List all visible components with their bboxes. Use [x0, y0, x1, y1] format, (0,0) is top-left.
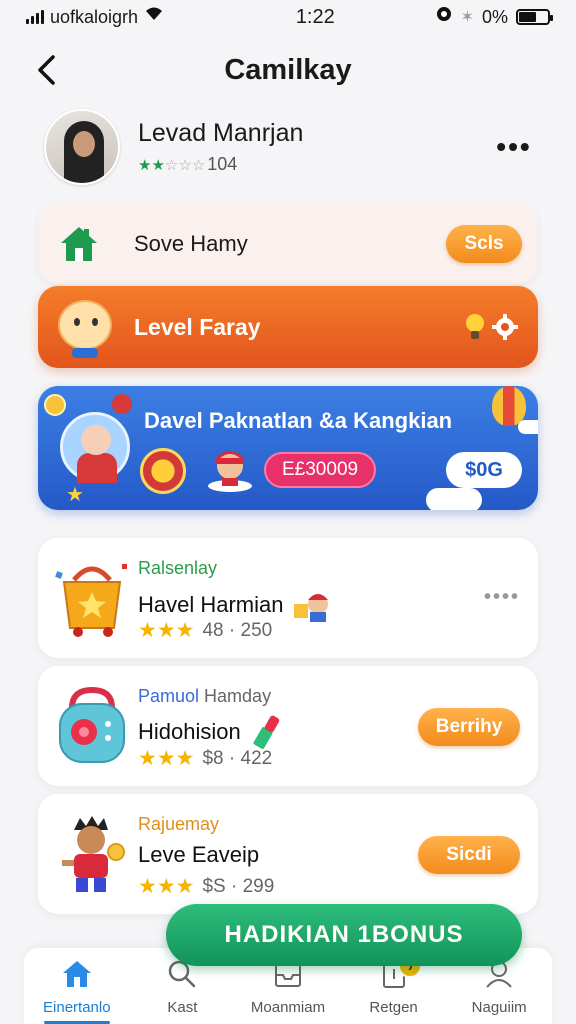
list-item-rating: ★★★ 48 · 250	[138, 618, 272, 643]
list-item-title-text: Hidohision	[138, 719, 241, 744]
more-horizontal-icon[interactable]: •••	[494, 131, 534, 163]
list-item-action-button[interactable]: Sicdi	[418, 836, 520, 874]
list-item[interactable]: Pamuol Hamday Hidohision ★★★ $8 · 422 Be…	[38, 666, 538, 786]
back-button[interactable]	[28, 52, 64, 88]
tab-label: Moanmiam	[250, 999, 326, 1016]
character-icon	[52, 812, 132, 896]
character-sticker-icon	[293, 594, 328, 622]
list-item-title: Leve Eaveip	[138, 842, 260, 867]
star-sparkle-icon: ★	[66, 484, 84, 506]
list-item-title: Hidohision	[138, 714, 289, 750]
wifi-icon	[144, 6, 164, 28]
list-item-rating-text: 48 · 250	[202, 619, 273, 641]
list-item-rating: ★★★ $S · 299	[138, 874, 274, 899]
save-card[interactable]: Sove Hamy Scls	[38, 204, 538, 284]
list-item[interactable]: Ralsenlay Havel Harmian ★★★ 48 · 250 •••…	[38, 538, 538, 658]
star-icon: ★	[138, 157, 152, 174]
star-icon: ★★★	[138, 875, 195, 898]
tab-home[interactable]: Einertanlo	[24, 948, 130, 1024]
level-icons	[464, 312, 518, 342]
rating-count: 104	[207, 154, 238, 174]
boy-character-icon	[206, 444, 254, 492]
list-item-category-text: Pamuol	[138, 686, 200, 706]
star-icon: ☆	[164, 157, 179, 174]
house-icon	[61, 227, 97, 261]
star-icon: ☆	[191, 157, 206, 174]
star-icon: ☆	[178, 157, 192, 174]
list-item-rating-text: $S · 299	[202, 875, 275, 897]
banner-code[interactable]: E£30009	[264, 452, 377, 488]
list-item-rating-text: $8 · 422	[202, 747, 273, 769]
avatar[interactable]	[44, 109, 120, 185]
list-item-action-button[interactable]: Berrihy	[418, 708, 520, 746]
gear-icon[interactable]	[492, 314, 518, 340]
profile-rating: ★★☆☆☆ 104	[138, 154, 494, 175]
tab-label: Einertanlo	[43, 999, 111, 1016]
grandpa-character-icon	[60, 412, 130, 483]
medal-icon	[140, 448, 186, 494]
promo-banner[interactable]: ★ Davel Paknatlan &a Kangkian E£30009 $0…	[38, 386, 538, 510]
banner-title: Davel Paknatlan &a Kangkian	[144, 408, 453, 433]
home-icon	[60, 957, 94, 991]
lightbulb-icon[interactable]	[464, 312, 486, 342]
list-item[interactable]: Rajuemay Leve Eaveip ★★★ $S · 299 Sicdi	[38, 794, 538, 914]
star-icon: ★★★	[138, 619, 195, 642]
profile-name: Levad Manrjan	[138, 119, 304, 147]
signal-icon	[26, 10, 44, 24]
star-icon: ★	[151, 157, 165, 174]
profile-info: Levad Manrjan ★★☆☆☆ 104	[138, 119, 494, 175]
banner-price-button[interactable]: $0G	[446, 452, 522, 488]
alarm-icon	[435, 5, 453, 29]
battery-percent: 0%	[481, 6, 508, 27]
tab-label: Retgen	[369, 999, 418, 1016]
status-left: uofkaloigrh	[26, 6, 226, 28]
lipstick-icon	[253, 715, 279, 749]
more-horizontal-icon[interactable]: ••••	[484, 586, 520, 609]
list-item-title-text: Havel Harmian	[138, 592, 284, 617]
status-bar: uofkaloigrh 1:22 ✶ 0%	[0, 0, 576, 34]
profile-header: Levad Manrjan ★★☆☆☆ 104 •••	[44, 104, 534, 190]
coin-icon	[44, 394, 66, 416]
radio-icon	[52, 684, 132, 768]
level-card-label: Level Faray	[134, 313, 261, 340]
list-item-category-extra: Hamday	[204, 686, 272, 706]
save-card-button[interactable]: Scls	[446, 225, 522, 263]
list-item-category: Pamuol Hamday	[138, 686, 271, 707]
save-card-label: Sove Hamy	[134, 231, 248, 256]
carrier-name: uofkaloigrh	[50, 6, 139, 27]
chevron-left-icon	[38, 55, 55, 85]
level-card[interactable]: Level Faray	[38, 286, 538, 368]
tab-label: Kast	[167, 999, 198, 1016]
battery-icon	[516, 9, 553, 25]
shopping-basket-icon	[52, 556, 132, 640]
bluetooth-icon: ✶	[460, 9, 474, 26]
tab-label: Naguiim	[471, 999, 527, 1016]
status-right: ✶ 0%	[435, 5, 553, 29]
page-title: Camilkay	[224, 53, 352, 86]
star-icon: ★★★	[138, 747, 195, 770]
rating-stars: ★★☆☆☆	[138, 154, 205, 175]
list-item-category: Rajuemay	[138, 814, 220, 834]
status-time: 1:22	[295, 5, 335, 28]
bonus-button[interactable]: HADIKIAN 1BONUS	[166, 904, 522, 966]
ornament-icon	[112, 394, 132, 414]
nav-header: Camilkay	[0, 40, 576, 100]
mascot-icon	[52, 294, 118, 364]
list-item-category: Ralsenlay	[138, 558, 218, 578]
list-item-rating: ★★★ $8 · 422	[138, 746, 272, 771]
